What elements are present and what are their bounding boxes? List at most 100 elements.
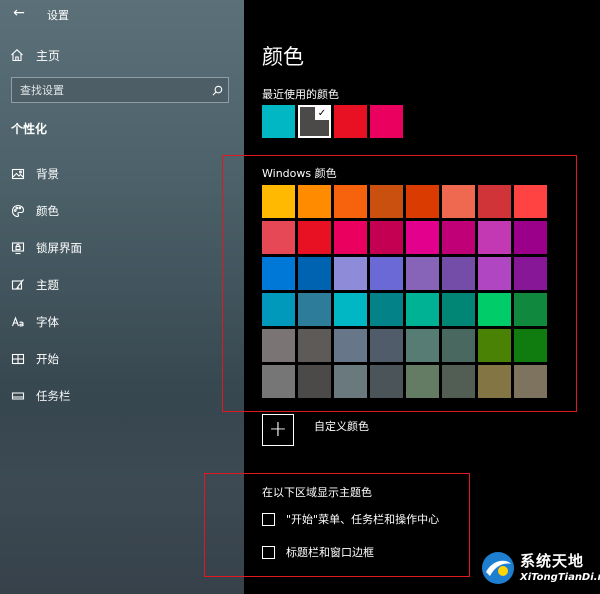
custom-color-label: 自定义颜色 (314, 420, 369, 433)
watermark-cn: 系统天地 (520, 552, 585, 570)
font-icon (11, 315, 25, 329)
color-swatch[interactable] (406, 257, 439, 290)
color-swatch[interactable] (406, 185, 439, 218)
recent-color-swatch[interactable] (334, 105, 367, 138)
sidebar-item-taskbar[interactable]: 任务栏 (0, 377, 244, 414)
theme-brush-icon (11, 278, 25, 292)
color-swatch[interactable] (514, 329, 547, 362)
start-menu-icon (11, 352, 25, 366)
color-swatch[interactable] (442, 185, 475, 218)
color-swatch[interactable] (406, 293, 439, 326)
checkbox-title-bars-borders[interactable]: 标题栏和窗口边框 (262, 544, 374, 560)
sidebar-item-start[interactable]: 开始 (0, 340, 244, 377)
checkbox-label: 标题栏和窗口边框 (286, 546, 374, 559)
color-swatch[interactable] (406, 329, 439, 362)
palette-icon (11, 204, 25, 218)
watermark: 系统天地 XiTongTianDi.net (478, 548, 600, 594)
back-button[interactable]: ← (8, 3, 30, 23)
color-swatch[interactable] (370, 257, 403, 290)
background-image-icon (11, 167, 25, 181)
color-swatch[interactable] (298, 221, 331, 254)
watermark-en: XiTongTianDi.net (520, 572, 600, 583)
color-swatch[interactable] (370, 365, 403, 398)
color-swatch[interactable] (514, 221, 547, 254)
color-swatch[interactable] (298, 185, 331, 218)
color-swatch[interactable] (442, 257, 475, 290)
color-swatch[interactable] (370, 293, 403, 326)
color-swatch[interactable] (406, 365, 439, 398)
home-nav-item[interactable]: 主页 (10, 45, 60, 65)
theme-section-title: 在以下区域显示主题色 (262, 486, 372, 499)
color-swatch[interactable] (514, 365, 547, 398)
app-title: 设置 (47, 9, 69, 22)
color-swatch[interactable] (334, 293, 367, 326)
recent-colors-title: 最近使用的颜色 (262, 88, 339, 101)
sidebar-item-lock-screen[interactable]: 锁屏界面 (0, 229, 244, 266)
color-swatch[interactable] (262, 329, 295, 362)
color-swatch[interactable] (334, 257, 367, 290)
sidebar-item-fonts[interactable]: 字体 (0, 303, 244, 340)
color-swatch[interactable] (370, 329, 403, 362)
sidebar-item-label: 字体 (36, 314, 59, 329)
sidebar-item-label: 开始 (36, 351, 59, 366)
color-swatch[interactable] (334, 365, 367, 398)
color-swatch[interactable] (478, 293, 511, 326)
color-swatch[interactable] (298, 257, 331, 290)
color-swatch[interactable] (514, 293, 547, 326)
color-swatch[interactable] (406, 221, 439, 254)
color-swatch[interactable] (442, 221, 475, 254)
back-arrow-icon: ← (13, 5, 25, 21)
color-swatch[interactable] (478, 329, 511, 362)
checkmark-icon: ✓ (315, 107, 329, 120)
custom-color-button[interactable]: + 自定义颜色 (262, 414, 369, 446)
sidebar-item-label: 主题 (36, 277, 59, 292)
color-swatch[interactable] (334, 329, 367, 362)
checkbox-box[interactable] (262, 545, 275, 559)
checkbox-label: "开始"菜单、任务栏和操作中心 (286, 513, 440, 526)
color-swatch[interactable] (334, 185, 367, 218)
sidebar-item-themes[interactable]: 主题 (0, 266, 244, 303)
color-swatch[interactable] (478, 365, 511, 398)
sidebar-item-background[interactable]: 背景 (0, 155, 244, 192)
color-swatch[interactable] (478, 221, 511, 254)
color-swatch[interactable] (442, 365, 475, 398)
search-icon (212, 85, 222, 95)
checkbox-box[interactable] (262, 512, 275, 526)
sidebar-nav: 背景 颜色 锁屏界面 主题 字体 开始 任务栏 (0, 155, 244, 414)
windows-colors-title: Windows 颜色 (262, 167, 337, 180)
color-swatch[interactable] (514, 185, 547, 218)
color-swatch[interactable] (262, 257, 295, 290)
color-swatch[interactable] (514, 257, 547, 290)
color-swatch[interactable] (442, 293, 475, 326)
home-label: 主页 (36, 48, 61, 63)
search-button[interactable] (206, 78, 228, 102)
sidebar-item-label: 锁屏界面 (36, 240, 82, 255)
watermark-logo-icon (482, 552, 514, 584)
sidebar-item-label: 颜色 (36, 203, 59, 218)
color-swatch[interactable] (478, 185, 511, 218)
section-title: 个性化 (11, 122, 48, 136)
search-input[interactable] (12, 77, 206, 103)
checkbox-start-taskbar-action-center[interactable]: "开始"菜单、任务栏和操作中心 (262, 511, 439, 527)
recent-color-swatch[interactable] (262, 105, 295, 138)
color-swatch[interactable] (262, 293, 295, 326)
sidebar-item-label: 任务栏 (36, 388, 71, 403)
recent-color-swatch[interactable]: ✓ (298, 105, 331, 138)
color-swatch[interactable] (262, 185, 295, 218)
color-swatch[interactable] (478, 257, 511, 290)
color-swatch[interactable] (334, 221, 367, 254)
color-swatch[interactable] (298, 293, 331, 326)
recent-colors: ✓ (262, 105, 403, 138)
color-swatch[interactable] (370, 185, 403, 218)
recent-color-swatch[interactable] (370, 105, 403, 138)
search-box[interactable] (11, 77, 229, 103)
lock-screen-icon (11, 241, 25, 255)
color-swatch[interactable] (442, 329, 475, 362)
color-swatch[interactable] (370, 221, 403, 254)
sidebar-item-colors[interactable]: 颜色 (0, 192, 244, 229)
color-swatch[interactable] (262, 365, 295, 398)
color-swatch[interactable] (262, 221, 295, 254)
color-swatch[interactable] (298, 329, 331, 362)
plus-icon: + (262, 414, 294, 446)
color-swatch[interactable] (298, 365, 331, 398)
